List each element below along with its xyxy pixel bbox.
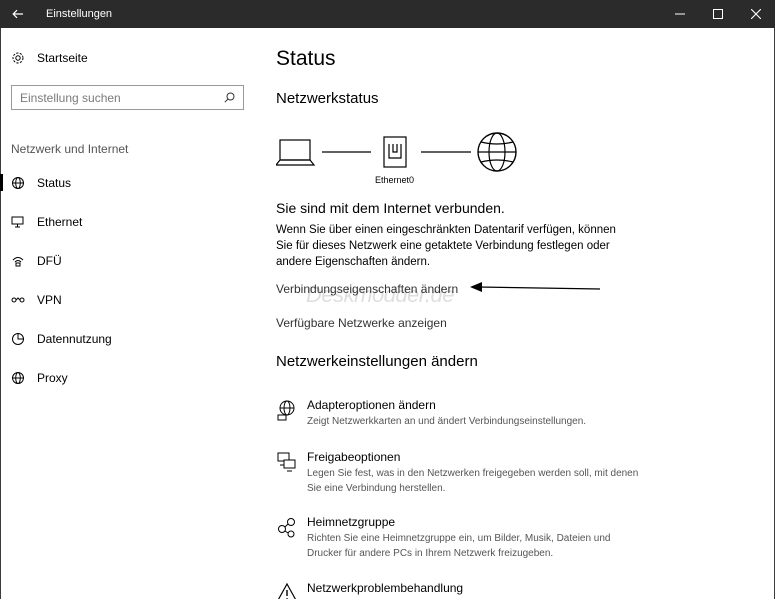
minimize-button[interactable] [661, 0, 699, 28]
sidebar-nav: Status Ethernet DFÜ VPN Datennutzung Pro… [0, 163, 260, 397]
vpn-icon [11, 293, 25, 307]
setting-title: Adapteroptionen ändern [307, 398, 436, 412]
setting-title: Netzwerkproblembehandlung [307, 581, 464, 595]
dialup-icon [11, 254, 25, 268]
back-arrow-icon [12, 9, 23, 19]
sidebar-item-datausage[interactable]: Datennutzung [0, 319, 260, 358]
sidebar-item-status[interactable]: Status [0, 163, 260, 202]
back-button[interactable] [0, 0, 36, 28]
globe-icon [11, 371, 25, 385]
page-title: Status [276, 47, 336, 70]
sidebar-item-proxy[interactable]: Proxy [0, 358, 260, 397]
setting-title: Freigabeoptionen [307, 450, 401, 464]
search-box[interactable] [11, 85, 244, 110]
ethernet-port-icon [383, 136, 407, 168]
sidebar-home[interactable]: Startseite [11, 51, 88, 65]
change-settings-heading: Netzwerkeinstellungen ändern [276, 353, 478, 370]
sidebar-item-label: Proxy [37, 370, 68, 385]
gear-icon [12, 52, 24, 64]
setting-subtitle: Legen Sie fest, was in den Netzwerken fr… [307, 468, 639, 494]
homegroup-icon [278, 518, 295, 538]
title-bar: Einstellungen [0, 0, 775, 28]
sidebar-item-label: Status [37, 175, 72, 190]
setting-subtitle: Richten Sie eine Heimnetzgruppe ein, um … [307, 533, 611, 559]
section-label: Netzwerk und Internet [11, 142, 129, 156]
close-button[interactable] [737, 0, 775, 28]
sidebar: Startseite Netzwerk und Internet Status … [0, 28, 260, 599]
sidebar-item-label: VPN [37, 292, 62, 307]
connection-description: Wenn Sie über einen eingeschränkten Date… [276, 224, 616, 268]
maximize-button[interactable] [699, 0, 737, 28]
search-icon[interactable] [224, 92, 235, 103]
window-title: Einstellungen [46, 8, 113, 20]
device-label: Ethernet0 [375, 175, 415, 185]
sharing-icon [277, 452, 296, 472]
laptop-icon [276, 139, 316, 166]
maximize-icon [713, 9, 723, 19]
sidebar-item-dialup[interactable]: DFÜ [0, 241, 260, 280]
setting-subtitle: Zeigt Netzwerkkarten an und ändert Verbi… [307, 416, 587, 427]
sidebar-item-label: DFÜ [37, 253, 62, 268]
link-available-networks[interactable]: Verfügbare Netzwerke anzeigen [276, 316, 447, 330]
ethernet-icon [11, 215, 25, 229]
setting-homegroup[interactable]: Heimnetzgruppe Richten Sie eine Heimnetz… [276, 515, 647, 561]
setting-sharing-options[interactable]: Freigabeoptionen Legen Sie fest, was in … [276, 450, 647, 496]
globe-status-icon [11, 176, 25, 190]
setting-adapter-options[interactable]: Adapteroptionen ändern Zeigt Netzwerkkar… [276, 398, 647, 429]
adapter-icon [277, 400, 295, 421]
watermark: Deskmodder.de [306, 282, 454, 307]
sidebar-item-label: Datennutzung [37, 331, 112, 346]
minimize-icon [675, 13, 685, 15]
warning-icon [277, 582, 297, 599]
close-icon [751, 9, 761, 19]
network-status-heading: Netzwerkstatus [276, 90, 379, 107]
sidebar-item-label: Ethernet [37, 214, 83, 229]
setting-title: Heimnetzgruppe [307, 515, 396, 529]
sidebar-item-ethernet[interactable]: Ethernet [0, 202, 260, 241]
pie-chart-icon [11, 332, 25, 346]
search-input[interactable] [20, 90, 224, 105]
sidebar-home-label: Startseite [37, 51, 88, 65]
sidebar-item-vpn[interactable]: VPN [0, 280, 260, 319]
annotation-arrow-icon [470, 282, 601, 292]
internet-globe-icon [477, 132, 517, 172]
setting-troubleshooter[interactable]: Netzwerkproblembehandlung [276, 581, 463, 599]
connection-status-text: Sie sind mit dem Internet verbunden. [276, 200, 505, 216]
